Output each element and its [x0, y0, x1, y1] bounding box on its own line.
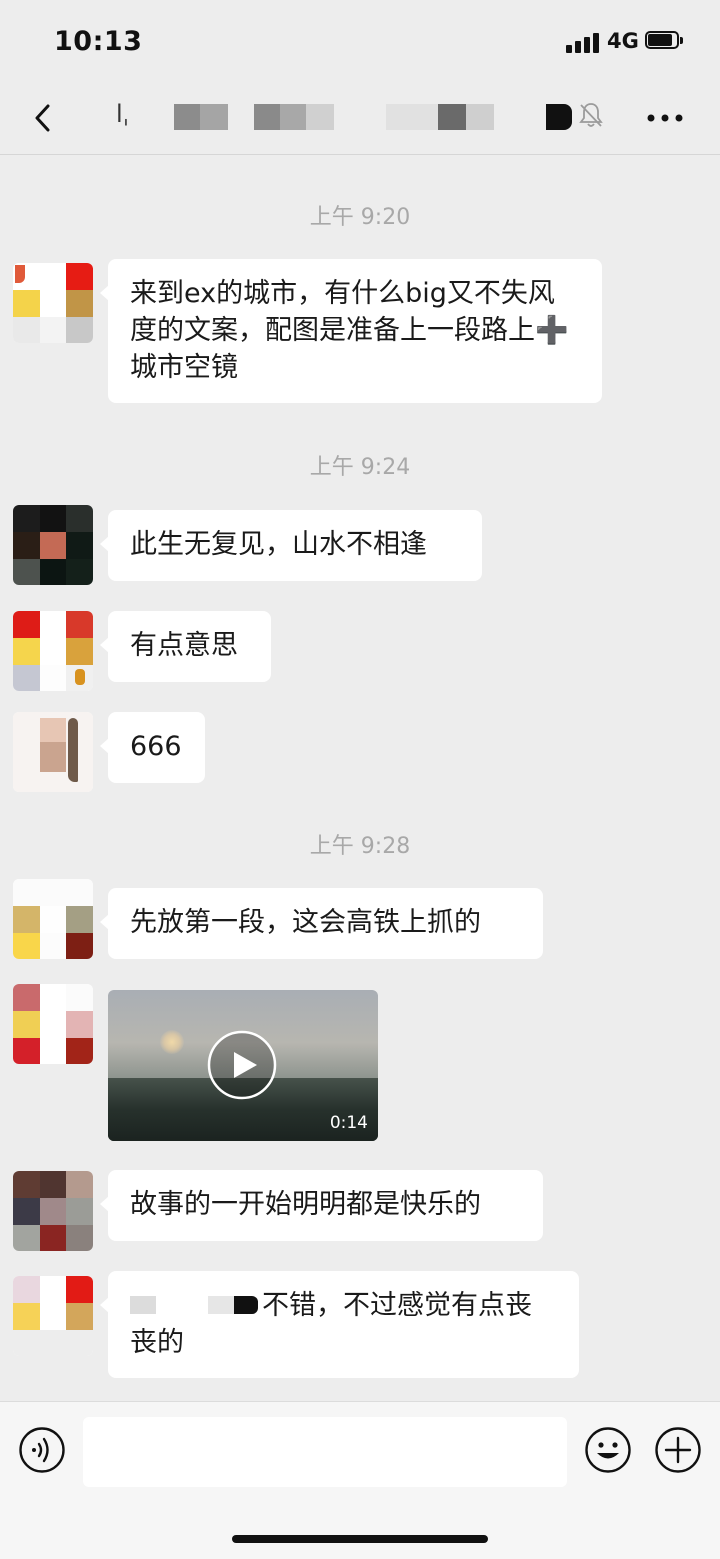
- message-bubble[interactable]: 先放第一段，这会高铁上抓的: [100, 888, 543, 959]
- chevron-left-icon[interactable]: [24, 98, 64, 138]
- ellipsis-icon[interactable]: [640, 98, 690, 138]
- title-redaction: [306, 104, 334, 130]
- video-message[interactable]: 0:14: [108, 990, 378, 1141]
- avatar[interactable]: [13, 1276, 93, 1356]
- input-bar: [0, 1401, 720, 1559]
- text-redaction: [130, 1295, 156, 1314]
- play-icon[interactable]: [207, 1030, 277, 1100]
- battery-icon: [645, 31, 683, 51]
- message-bubble[interactable]: 来到ex的城市，有什么big又不失风度的文案，配图是准备上一段路上➕城市空镜: [100, 259, 602, 403]
- nav-bar: lˌ: [0, 86, 720, 155]
- avatar[interactable]: [13, 263, 93, 343]
- network-type: 4G: [607, 29, 639, 53]
- message-bubble[interactable]: 有点意思: [100, 611, 271, 682]
- voice-icon[interactable]: [18, 1426, 66, 1474]
- title-redaction: [546, 104, 572, 130]
- timestamp: 上午 9:20: [309, 205, 411, 230]
- chat-title-fragment: lˌ: [116, 100, 130, 128]
- message-input[interactable]: [83, 1417, 567, 1487]
- video-duration: 0:14: [329, 1113, 368, 1133]
- message-bubble[interactable]: 此生无复见，山水不相逢: [100, 510, 482, 581]
- message-bubble[interactable]: 666: [100, 712, 205, 783]
- timestamp: 上午 9:28: [309, 834, 411, 859]
- avatar[interactable]: [13, 505, 93, 585]
- text-redaction: [156, 1295, 208, 1314]
- home-indicator[interactable]: [232, 1535, 488, 1543]
- avatar[interactable]: [13, 1171, 93, 1251]
- title-redaction: [466, 104, 494, 130]
- chat-title[interactable]: lˌ: [110, 98, 600, 138]
- bell-slash-icon: [579, 103, 603, 127]
- timestamp: 上午 9:24: [309, 455, 411, 480]
- signal-icon: [566, 31, 602, 53]
- title-redaction: [254, 104, 280, 130]
- text-redaction: [208, 1295, 234, 1314]
- title-redaction: [280, 104, 306, 130]
- title-redaction: [174, 104, 200, 130]
- status-bar: 10:13 4G: [0, 0, 720, 86]
- title-redaction: [200, 104, 228, 130]
- title-redaction: [386, 104, 438, 130]
- title-redaction: [438, 104, 466, 130]
- avatar[interactable]: [13, 984, 93, 1064]
- message-bubble[interactable]: 故事的一开始明明都是快乐的: [100, 1170, 543, 1241]
- chat-area[interactable]: 上午 9:20 来到ex的城市，有什么big又不失风度的文案，配图是准备上一段路…: [0, 155, 720, 1400]
- text-redaction: [234, 1295, 258, 1314]
- message-bubble[interactable]: 不错，不过感觉有点丧丧的: [100, 1271, 579, 1378]
- avatar[interactable]: [13, 712, 93, 792]
- emoji-icon[interactable]: [584, 1426, 632, 1474]
- plus-icon[interactable]: [654, 1426, 702, 1474]
- video-thumbnail-sun: [160, 1030, 184, 1054]
- status-time: 10:13: [54, 26, 143, 57]
- avatar[interactable]: [13, 879, 93, 959]
- avatar[interactable]: [13, 611, 93, 691]
